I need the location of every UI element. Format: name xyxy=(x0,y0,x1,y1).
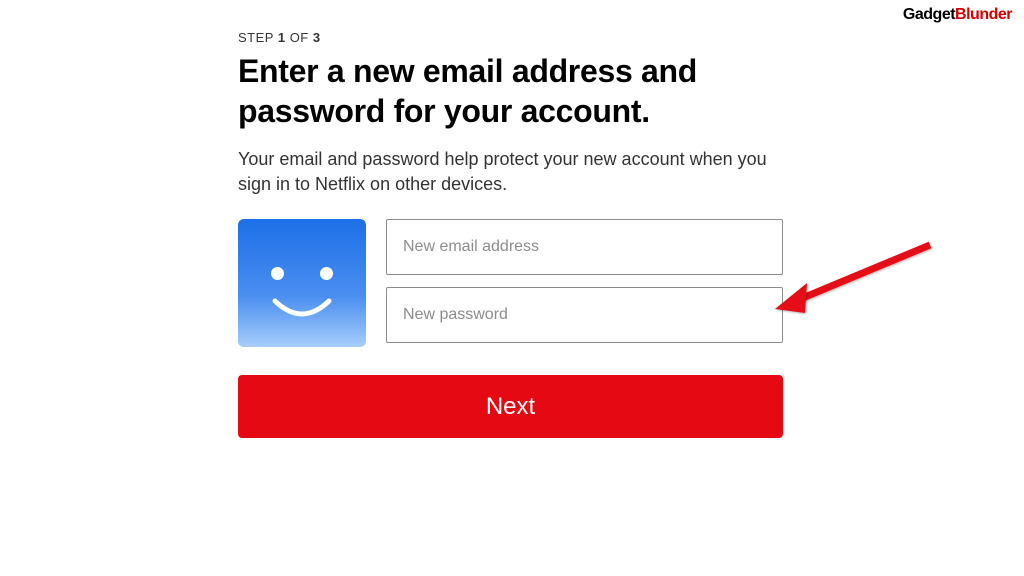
next-button-label: Next xyxy=(486,393,535,421)
page-subtext: Your email and password help protect you… xyxy=(238,147,783,197)
input-group: New email address New password xyxy=(386,219,783,347)
annotation-arrow xyxy=(775,235,945,330)
password-field[interactable]: New password xyxy=(386,287,783,343)
avatar-smile xyxy=(271,297,333,325)
watermark: GadgetBlunder xyxy=(903,6,1012,24)
form-row: New email address New password xyxy=(238,219,783,347)
profile-avatar xyxy=(238,219,366,347)
email-field[interactable]: New email address xyxy=(386,219,783,275)
signup-form: STEP 1 OF 3 Enter a new email address an… xyxy=(238,30,783,438)
password-placeholder: New password xyxy=(403,306,508,324)
watermark-part1: Gadget xyxy=(903,6,955,23)
watermark-part2: Blunder xyxy=(955,6,1012,23)
email-placeholder: New email address xyxy=(403,238,539,256)
next-button[interactable]: Next xyxy=(238,375,783,438)
avatar-eye-right xyxy=(320,267,333,280)
step-indicator: STEP 1 OF 3 xyxy=(238,30,783,45)
avatar-eye-left xyxy=(271,267,284,280)
page-title: Enter a new email address and password f… xyxy=(238,51,783,131)
